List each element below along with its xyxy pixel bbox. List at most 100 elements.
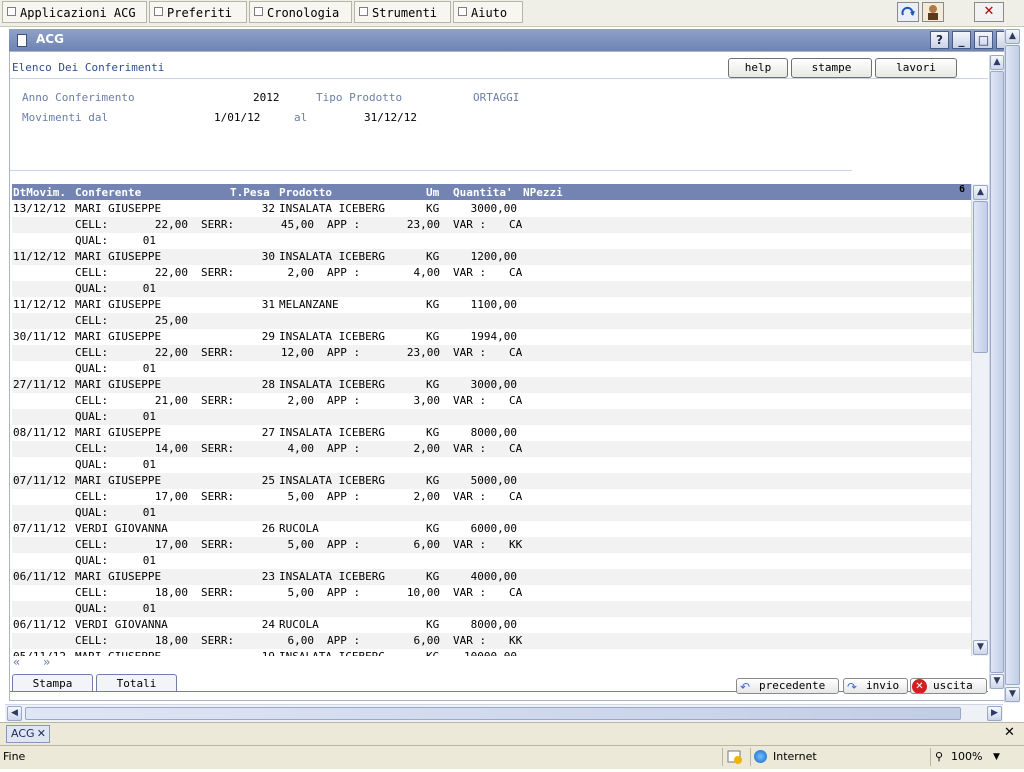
browser-tab-acg[interactable]: ACG ✕ bbox=[6, 725, 50, 743]
lavori-button[interactable]: lavori bbox=[875, 58, 957, 78]
page-scrollbar[interactable]: ▲ ▼ bbox=[989, 55, 1004, 689]
table-row-detail[interactable]: QUAL: 01 bbox=[12, 409, 971, 425]
zoom-control[interactable]: ⚲ 100% ▼ bbox=[930, 748, 1024, 766]
cell-conferente: MARI GIUSEPPE bbox=[75, 378, 162, 391]
scroll-thumb[interactable] bbox=[973, 201, 988, 353]
checkbox-icon bbox=[7, 7, 16, 16]
divider bbox=[10, 691, 988, 692]
table-row-detail[interactable]: CELL: 17,00 SERR: 5,00 APP : 2,00 VAR : CA bbox=[12, 489, 971, 505]
table-row-detail[interactable]: CELL: 25,00 bbox=[12, 313, 971, 329]
table-row[interactable]: 11/12/12 MARI GIUSEPPE 30 INSALATA ICEBERG K… bbox=[12, 249, 971, 265]
menu-cronologia[interactable]: Cronologia bbox=[249, 1, 352, 23]
table-row-detail[interactable]: CELL: 22,00 SERR: 12,00 APP : 23,00 VAR : CA bbox=[12, 345, 971, 361]
table-scrollbar[interactable]: ▲ ▼ bbox=[971, 184, 989, 656]
table-row-detail[interactable]: CELL: 14,00 SERR: 4,00 APP : 2,00 VAR : CA bbox=[12, 441, 971, 457]
table-row-detail[interactable]: QUAL: 01 bbox=[12, 601, 971, 617]
uscita-button[interactable]: ✕ uscita bbox=[910, 678, 987, 694]
table-row[interactable]: 27/11/12 MARI GIUSEPPE 28 INSALATA ICEBERG K… bbox=[12, 377, 971, 393]
cell-quantita: 1200,00 bbox=[470, 250, 517, 263]
browser-scrollbar[interactable]: ▲ ▼ bbox=[1004, 29, 1020, 703]
table-row[interactable]: 05/11/12 MARI GIUSEPPE 19 INSALATA ICEBERG K… bbox=[12, 649, 971, 656]
scroll-down-icon[interactable]: ▼ bbox=[990, 674, 1004, 689]
app-label: APP : bbox=[327, 490, 361, 503]
uscita-label: uscita bbox=[933, 679, 973, 692]
table-row-detail[interactable]: CELL: 21,00 SERR: 2,00 APP : 3,00 VAR : CA bbox=[12, 393, 971, 409]
table-row[interactable]: 06/11/12 VERDI GIOVANNA 24 RUCOLA KG 8000,00 bbox=[12, 617, 971, 633]
cell-qual-value: 01 bbox=[142, 554, 156, 567]
table-row-detail[interactable]: QUAL: 01 bbox=[12, 233, 971, 249]
cell-quantita: 3000,00 bbox=[470, 378, 517, 391]
app-label: APP : bbox=[327, 634, 361, 647]
invio-button[interactable]: ↷ invio bbox=[843, 678, 908, 694]
tab-stampa[interactable]: Stampa bbox=[12, 674, 93, 692]
table-row-detail[interactable]: CELL: 22,00 SERR: 45,00 APP : 23,00 VAR : CA bbox=[12, 217, 971, 233]
table-row[interactable]: 13/12/12 MARI GIUSEPPE 32 INSALATA ICEBERG K… bbox=[12, 201, 971, 217]
cell-serr-value: 2,00 bbox=[287, 394, 315, 407]
cell-app-value: 23,00 bbox=[406, 218, 440, 231]
cell-qual-value: 01 bbox=[142, 362, 156, 375]
menu-aiuto[interactable]: Aiuto bbox=[453, 1, 523, 23]
scroll-left-icon[interactable]: ◀ bbox=[7, 706, 22, 721]
precedente-label: precedente bbox=[759, 679, 826, 692]
tab-totali[interactable]: Totali bbox=[96, 674, 177, 692]
menu-preferiti[interactable]: Preferiti bbox=[149, 1, 247, 23]
table-row-detail[interactable]: QUAL: 01 bbox=[12, 553, 971, 569]
table-row-detail[interactable]: CELL: 22,00 SERR: 2,00 APP : 4,00 VAR : CA bbox=[12, 265, 971, 281]
close-tab-icon[interactable]: ✕ bbox=[37, 726, 46, 742]
scroll-down-icon[interactable]: ▼ bbox=[973, 640, 988, 655]
scroll-down-icon[interactable]: ▼ bbox=[1005, 687, 1020, 702]
help-button[interactable]: help bbox=[728, 58, 788, 78]
user-icon[interactable] bbox=[922, 2, 944, 22]
qual-label: QUAL: bbox=[75, 602, 109, 615]
minimize-icon[interactable]: _ bbox=[952, 31, 971, 49]
table-row-detail[interactable]: QUAL: 01 bbox=[12, 505, 971, 521]
table-row[interactable]: 07/11/12 MARI GIUSEPPE 25 INSALATA ICEBERG K… bbox=[12, 473, 971, 489]
table-row-detail[interactable]: CELL: 18,00 SERR: 6,00 APP : 6,00 VAR : KK bbox=[12, 633, 971, 649]
cell-cell-value: 18,00 bbox=[154, 586, 188, 599]
var-label: VAR : bbox=[453, 442, 487, 455]
table-row-detail[interactable]: QUAL: 01 bbox=[12, 281, 971, 297]
close-all-tabs-icon[interactable]: ✕ bbox=[1004, 725, 1015, 740]
pager-next-icon[interactable]: » bbox=[43, 655, 50, 669]
precedente-button[interactable]: ↶ precedente bbox=[736, 678, 839, 694]
scroll-thumb[interactable] bbox=[990, 71, 1004, 673]
help-icon[interactable]: ? bbox=[930, 31, 949, 49]
stampe-button[interactable]: stampe bbox=[791, 58, 872, 78]
tipo-prodotto-value: ORTAGGI bbox=[473, 91, 520, 104]
close-app-icon[interactable]: ✕ bbox=[974, 2, 1004, 22]
table-row[interactable]: 30/11/12 MARI GIUSEPPE 29 INSALATA ICEBERG K… bbox=[12, 329, 971, 345]
menu-strumenti[interactable]: Strumenti bbox=[354, 1, 451, 23]
table-row[interactable]: 08/11/12 MARI GIUSEPPE 27 INSALATA ICEBERG K… bbox=[12, 425, 971, 441]
maximize-icon[interactable]: □ bbox=[974, 31, 993, 49]
table-row[interactable]: 07/11/12 VERDI GIOVANNA 26 RUCOLA KG 6000,00 bbox=[12, 521, 971, 537]
cell-date: 27/11/12 bbox=[13, 378, 66, 391]
zoom-value: 100% bbox=[951, 750, 983, 763]
cell-date: 11/12/12 bbox=[13, 298, 66, 311]
menu-applicazioni-acg[interactable]: Applicazioni ACG bbox=[2, 1, 147, 23]
col-header-date: DtMovim. bbox=[13, 186, 66, 199]
horizontal-scrollbar[interactable]: ◀ ▶ bbox=[5, 704, 1003, 722]
menu-label: Strumenti bbox=[372, 6, 438, 20]
table-row-detail[interactable]: QUAL: 01 bbox=[12, 361, 971, 377]
cell-serr-value: 5,00 bbox=[287, 538, 315, 551]
table-row[interactable]: 06/11/12 MARI GIUSEPPE 23 INSALATA ICEBERG K… bbox=[12, 569, 971, 585]
scroll-thumb[interactable] bbox=[25, 707, 961, 720]
cell-tpesa: 25 bbox=[261, 474, 275, 487]
chevron-down-icon[interactable]: ▼ bbox=[993, 748, 1000, 766]
table-row-detail[interactable]: CELL: 17,00 SERR: 5,00 APP : 6,00 VAR : KK bbox=[12, 537, 971, 553]
cell-prodotto: RUCOLA bbox=[279, 618, 319, 631]
table-row[interactable]: 11/12/12 MARI GIUSEPPE 31 MELANZANE KG 1100,0… bbox=[12, 297, 971, 313]
globe-icon bbox=[754, 750, 767, 763]
scroll-up-icon[interactable]: ▲ bbox=[990, 55, 1004, 70]
cell-cell-value: 17,00 bbox=[154, 538, 188, 551]
table-row-detail[interactable]: QUAL: 01 bbox=[12, 457, 971, 473]
scroll-right-icon[interactable]: ▶ bbox=[987, 706, 1002, 721]
cell-var-value: CA bbox=[509, 490, 523, 503]
scroll-up-icon[interactable]: ▲ bbox=[1005, 29, 1020, 44]
table-row-detail[interactable]: CELL: 18,00 SERR: 5,00 APP : 10,00 VAR : CA bbox=[12, 585, 971, 601]
pager-prev-icon[interactable]: « bbox=[13, 655, 20, 669]
scroll-thumb[interactable] bbox=[1005, 45, 1020, 685]
cell-label: CELL: bbox=[75, 218, 109, 231]
refresh-icon[interactable] bbox=[897, 2, 919, 22]
scroll-up-icon[interactable]: ▲ bbox=[973, 185, 988, 200]
